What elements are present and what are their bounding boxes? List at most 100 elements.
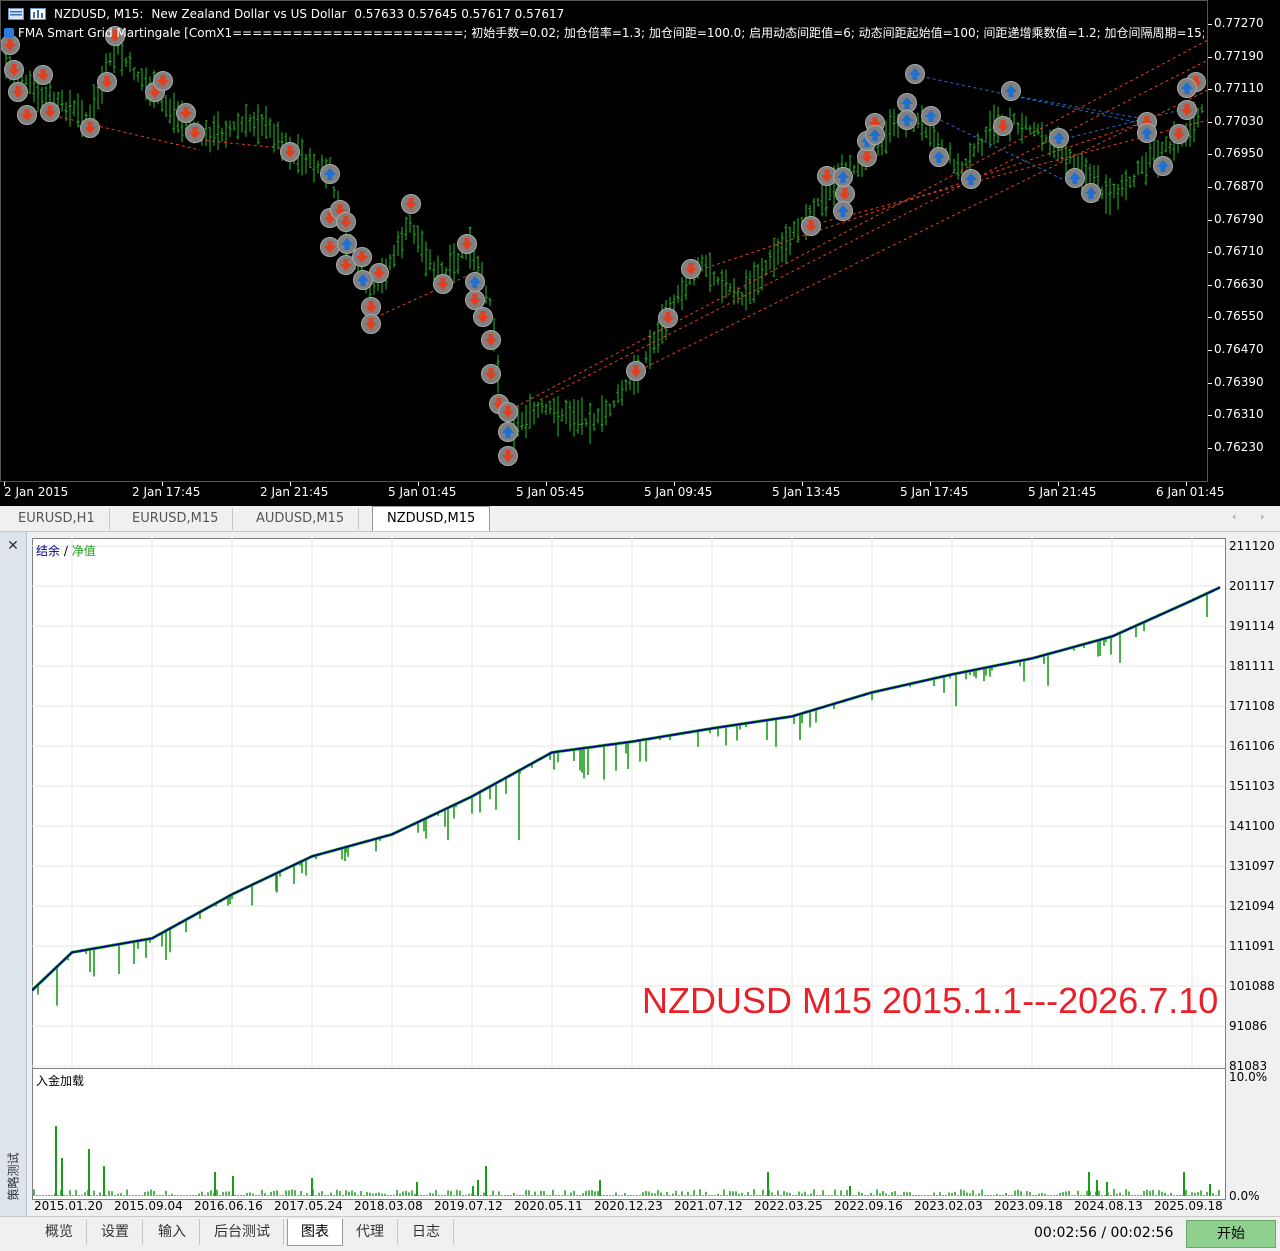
buy-arrow-icon [833,167,853,187]
time-axis-label: 2 Jan 21:45 [260,485,329,499]
close-icon[interactable]: ✕ [5,538,21,554]
x-axis-label: 2024.08.13 [1074,1199,1143,1213]
graph-legend: 结余 / 净值 [36,542,96,559]
load-min-label: 0.0% [1229,1189,1260,1203]
tab-nzdusd-m15[interactable]: NZDUSD,M15 [372,506,491,531]
tab-audusd-m15[interactable]: AUDUSD,M15 [242,508,360,530]
y-axis-label: 171108 [1229,699,1275,713]
buy-arrow-icon [465,272,485,292]
time-axis-label: 5 Jan 17:45 [900,485,969,499]
tester-bottom-bar: 概览 设置 输入 后台测试 图表 代理 日志 00:02:56 / 00:02:… [0,1216,1280,1251]
deposit-load-chart [33,1126,1220,1196]
tab-inputs[interactable]: 输入 [145,1219,200,1245]
tab-settings[interactable]: 设置 [88,1219,143,1245]
tab-overview[interactable]: 概览 [32,1219,87,1245]
sell-arrow-icon [801,216,821,236]
buy-arrow-icon [1065,168,1085,188]
price-axis-tick [1208,284,1212,286]
x-axis-label: 2021.07.12 [674,1199,743,1213]
sell-arrow-icon [1177,100,1197,120]
trade-link-line [914,74,1151,126]
buy-arrow-icon [905,64,925,84]
x-axis-label: 2022.09.16 [834,1199,903,1213]
price-chart-canvas [0,0,1208,482]
sell-arrow-icon [176,103,196,123]
sell-arrow-icon [40,102,60,122]
y-axis-label: 161106 [1229,738,1275,753]
price-axis-label: 0.77270 [1214,16,1264,30]
chart-header: NZDUSD, M15: New Zealand Dollar vs US Do… [8,4,564,24]
expert-advisor-info[interactable]: FMA Smart Grid Martingale [ComX1========… [4,24,1204,41]
y-axis-label: 151103 [1229,778,1275,793]
price-axis-label: 0.76710 [1214,244,1264,259]
price-axis-label: 0.76310 [1214,407,1264,422]
sell-arrow-icon [17,105,37,125]
time-axis: 2 Jan 2015 2 Jan 17:45 2 Jan 21:45 5 Jan 01… [0,482,1224,506]
tester-side-title-text: 策略测试 [6,1152,21,1201]
price-axis-tick [1208,447,1212,449]
tabs-scroll-left-icon[interactable]: ‹ [1232,510,1236,523]
sell-arrow-icon [658,308,678,328]
chart-window-icon [8,8,24,20]
time-axis-label: 5 Jan 09:45 [644,485,713,499]
tab-backtest[interactable]: 后台测试 [201,1219,284,1245]
tabs-scroll-right-icon[interactable]: › [1260,510,1264,523]
start-button[interactable]: 开始 [1186,1220,1276,1248]
price-axis-tick [1208,154,1212,156]
balance-line [32,586,1221,991]
time-axis-label: 5 Jan 13:45 [772,485,841,499]
y-axis-label: 141100 [1229,819,1275,833]
tester-side-title: 策略测试 [0,1142,26,1212]
price-chart[interactable]: NZDUSD, M15: New Zealand Dollar vs US Do… [0,0,1280,506]
sell-arrow-icon [361,297,381,317]
sell-arrow-icon [481,330,501,350]
price-axis-tick [1208,252,1212,254]
price-axis-tick [1208,415,1212,417]
sell-arrow-icon [481,364,501,384]
tab-eurusd-h1[interactable]: EURUSD,H1 [4,508,110,530]
y-axis-label: 181111 [1229,659,1275,673]
price-axis-tick [1208,121,1212,123]
trade-link-line [1059,109,1181,141]
tester-sidebar: ✕ 策略测试 [0,532,27,1218]
trade-markers [0,26,1206,466]
tab-agents[interactable]: 代理 [343,1219,398,1245]
sell-arrow-icon [361,314,381,334]
time-axis-label: 6 Jan 01:45 [1156,485,1225,499]
sell-arrow-icon [336,212,356,232]
y-axis-label: 121094 [1229,899,1275,913]
x-axis-label: 2022.03.25 [754,1199,823,1213]
sell-arrow-icon [80,118,100,138]
x-axis-label: 2019.07.12 [434,1199,503,1213]
tab-journal[interactable]: 日志 [399,1219,454,1245]
price-axis-label: 0.76470 [1214,342,1264,356]
strategy-tester-panel: ✕ 策略测试 结余 / 净值 NZDUSD M15 2015.1.1---202… [0,532,1280,1250]
buy-arrow-icon [1137,123,1157,143]
buy-arrow-icon [929,147,949,167]
sell-arrow-icon [153,71,173,91]
buy-arrow-icon [1049,128,1069,148]
x-axis-label: 2016.06.16 [194,1199,263,1213]
price-axis-label: 0.76550 [1214,309,1264,324]
tab-graph[interactable]: 图表 [287,1219,343,1246]
x-axis-label: 2020.05.11 [514,1199,583,1213]
sell-arrow-icon [473,307,493,327]
x-axis-label: 2015.01.20 [34,1199,103,1213]
chart-tabs: EURUSD,H1 EURUSD,M15 AUDUSD,M15 NZDUSD,M… [0,506,1280,532]
y-axis-label: 211120 [1229,539,1275,553]
buy-arrow-icon [1081,183,1101,203]
expert-advisor-params: FMA Smart Grid Martingale [ComX1========… [18,26,1204,40]
price-axis-label: 0.76230 [1214,439,1264,454]
sell-arrow-icon [280,142,300,162]
overlay-annotation: NZDUSD M15 2015.1.1---2026.7.10 [642,980,1219,1021]
buy-arrow-icon [833,201,853,221]
sell-arrow-icon [1169,124,1189,144]
y-axis-label: 91086 [1229,1018,1268,1033]
time-axis-label: 5 Jan 01:45 [388,485,457,499]
x-axis-label: 2017.05.24 [274,1199,343,1213]
load-max-label: 10.0% [1229,1070,1268,1084]
trade-link-line [509,39,1208,411]
tab-eurusd-m15[interactable]: EURUSD,M15 [118,508,234,530]
sell-arrow-icon [433,274,453,294]
sell-arrow-icon [498,402,518,422]
